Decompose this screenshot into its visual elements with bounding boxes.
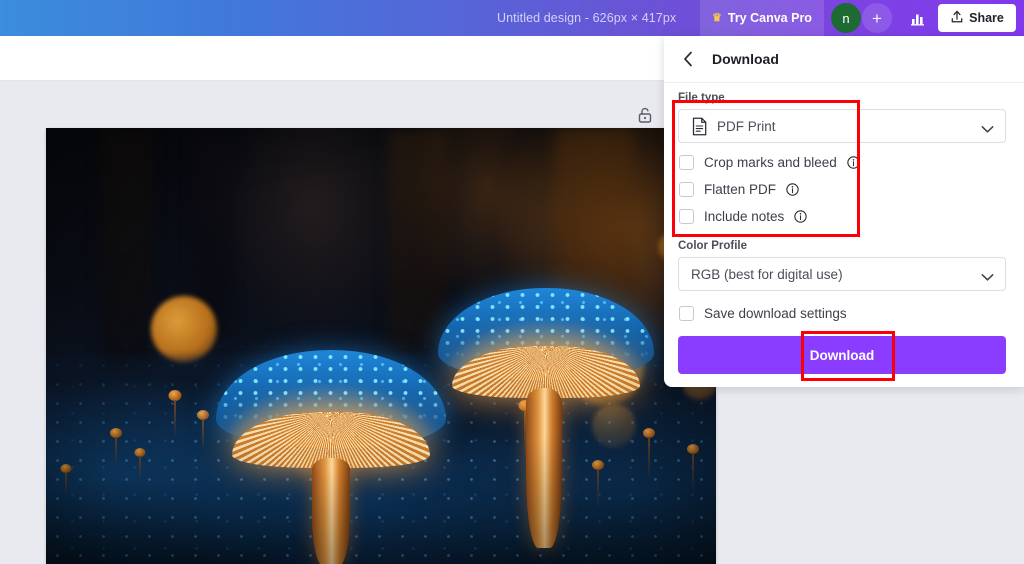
download-button[interactable]: Download [678, 336, 1006, 374]
option-label: Crop marks and bleed [704, 155, 837, 170]
info-icon[interactable] [847, 156, 860, 169]
checkbox[interactable] [679, 182, 694, 197]
option-label: Flatten PDF [704, 182, 776, 197]
share-button[interactable]: Share [938, 4, 1016, 32]
canva-editor-window: Untitled design - 626px × 417px ♛ Try Ca… [0, 0, 1024, 564]
avatar[interactable]: n [831, 3, 861, 33]
unlock-icon[interactable] [635, 105, 655, 125]
info-icon[interactable] [786, 183, 799, 196]
save-settings-label: Save download settings [704, 306, 847, 321]
file-type-value: PDF Print [717, 119, 776, 134]
option-flatten-pdf[interactable]: Flatten PDF [679, 176, 1024, 203]
share-label: Share [969, 11, 1004, 25]
upload-icon [950, 10, 964, 27]
checkbox[interactable] [679, 209, 694, 224]
panel-title: Download [712, 51, 779, 67]
chevron-down-icon [981, 122, 994, 137]
plus-icon: + [872, 10, 882, 27]
checkbox[interactable] [679, 155, 694, 170]
try-canva-pro-button[interactable]: ♛ Try Canva Pro [700, 0, 824, 36]
mushroom-artwork [46, 128, 716, 564]
file-type-label: File type [678, 92, 1024, 104]
color-profile-label: Color Profile [678, 240, 1024, 252]
avatar-initial: n [842, 11, 849, 26]
chevron-left-icon[interactable] [678, 49, 698, 69]
save-download-settings-row[interactable]: Save download settings [679, 300, 1024, 327]
download-panel-header: Download [664, 36, 1024, 83]
color-profile-select[interactable]: RGB (best for digital use) [678, 257, 1006, 291]
bar-chart-icon[interactable] [903, 3, 933, 33]
option-include-notes[interactable]: Include notes [679, 203, 1024, 230]
download-panel-body: File type PDF Print [664, 83, 1024, 374]
chevron-down-icon [981, 270, 994, 285]
document-title: Untitled design - 626px × 417px [497, 0, 676, 36]
option-label: Include notes [704, 209, 784, 224]
download-panel: Download File type PDF Print [664, 36, 1024, 387]
checkbox[interactable] [679, 306, 694, 321]
info-icon[interactable] [794, 210, 807, 223]
top-header-bar: Untitled design - 626px × 417px ♛ Try Ca… [0, 0, 1024, 36]
crown-icon: ♛ [712, 13, 722, 24]
color-profile-value: RGB (best for digital use) [691, 267, 843, 282]
file-type-select[interactable]: PDF Print [678, 109, 1006, 143]
pdf-file-icon [691, 117, 708, 136]
try-canva-pro-label: Try Canva Pro [728, 11, 812, 25]
download-button-label: Download [810, 348, 875, 363]
option-crop-marks[interactable]: Crop marks and bleed [679, 149, 1024, 176]
design-canvas[interactable] [46, 128, 716, 564]
add-collaborator-button[interactable]: + [862, 3, 892, 33]
